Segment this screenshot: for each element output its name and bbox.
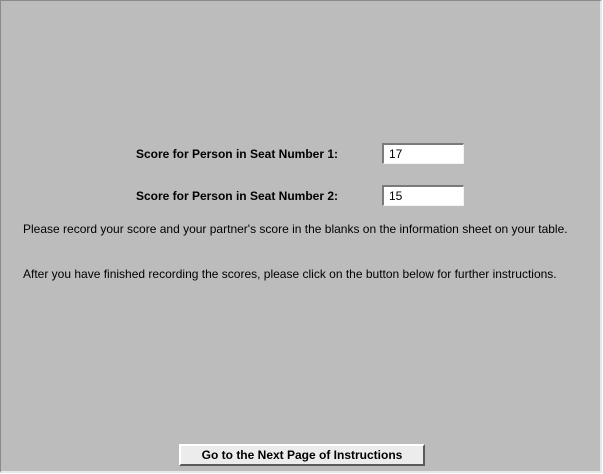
seat2-score-label: Score for Person in Seat Number 2:: [135, 189, 338, 203]
main-panel: Score for Person in Seat Number 1: Score…: [0, 0, 602, 473]
next-step-instructions-text: After you have finished recording the sc…: [23, 267, 557, 281]
seat2-score-field[interactable]: [382, 185, 464, 206]
seat1-score-row: Score for Person in Seat Number 1:: [1, 143, 600, 165]
next-page-button[interactable]: Go to the Next Page of Instructions: [179, 444, 425, 466]
record-instructions-text: Please record your score and your partne…: [23, 222, 568, 236]
seat1-score-field[interactable]: [382, 143, 464, 164]
seat1-score-label: Score for Person in Seat Number 1:: [135, 147, 338, 161]
seat2-score-row: Score for Person in Seat Number 2:: [1, 185, 600, 207]
